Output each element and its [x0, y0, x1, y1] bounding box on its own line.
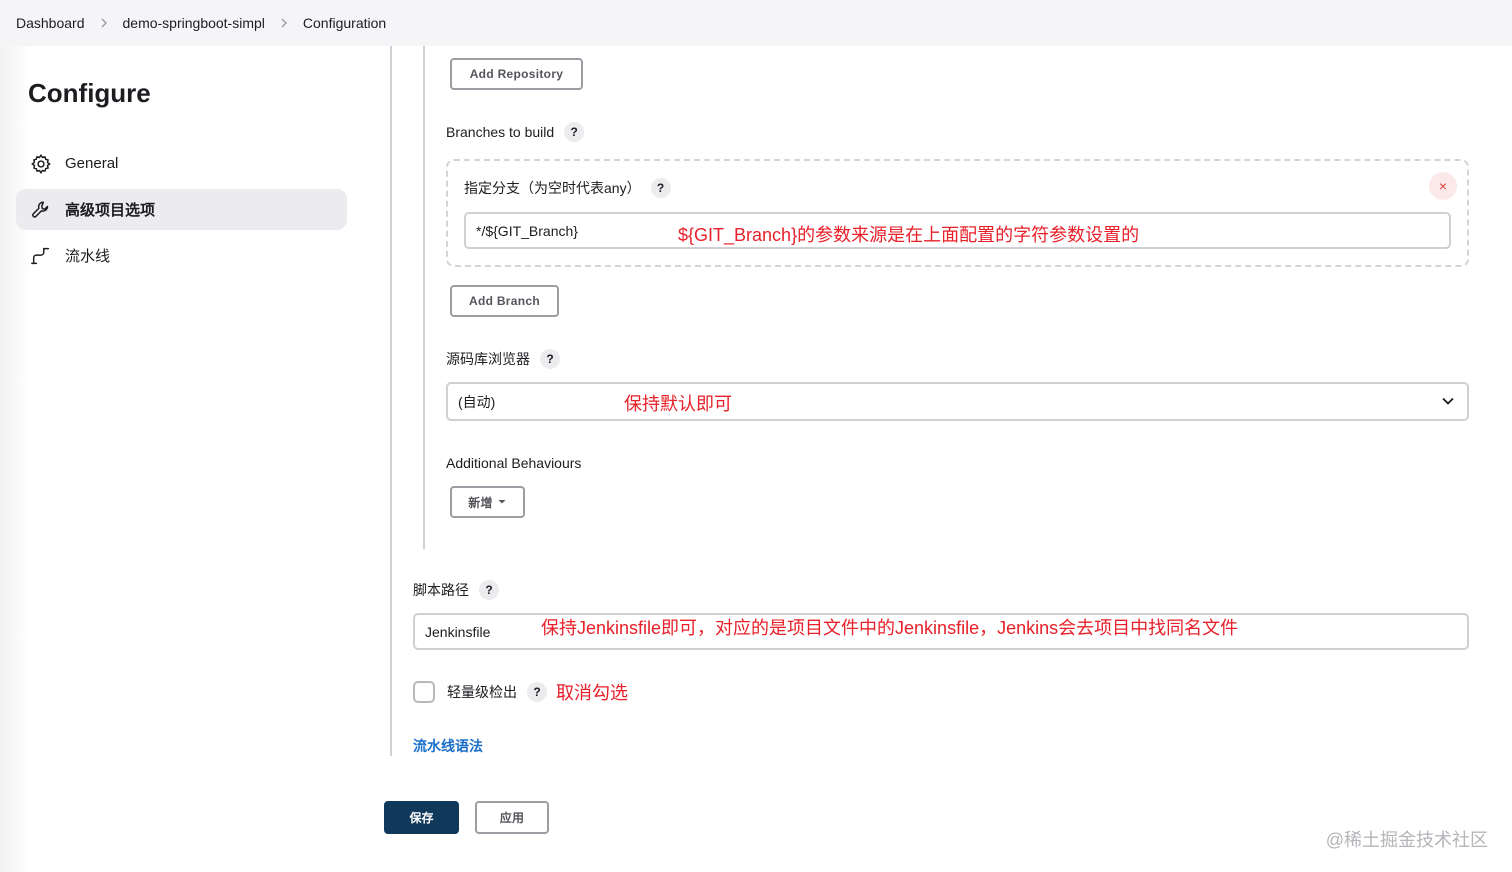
lightweight-checkout-checkbox[interactable]	[413, 681, 435, 703]
script-path-annotation: 保持Jenkinsfile即可，对应的是项目文件中的Jenkinsfile，Je…	[541, 618, 1239, 638]
help-icon[interactable]: ?	[527, 682, 547, 702]
script-path-value: Jenkinsfile	[425, 623, 491, 640]
add-behaviour-label: 新增	[468, 495, 493, 510]
add-branch-button[interactable]: Add Branch	[450, 285, 559, 317]
apply-button[interactable]: 应用	[475, 801, 549, 834]
repo-browser-label-text: 源码库浏览器	[446, 351, 530, 367]
branch-spec-label: 指定分支（为空时代表any） ?	[464, 177, 671, 199]
branch-spec-label-text: 指定分支（为空时代表any）	[464, 180, 641, 196]
lightweight-checkout-label: 轻量级检出 ?	[447, 681, 547, 703]
branch-specifier-value: */${GIT_Branch}	[476, 222, 578, 239]
breadcrumb-configuration[interactable]: Configuration	[303, 15, 386, 31]
repo-browser-label: 源码库浏览器 ?	[446, 348, 560, 370]
sidebar-item-advanced[interactable]: 高级项目选项	[16, 189, 347, 230]
caret-down-icon	[498, 500, 506, 504]
breadcrumb-separator-icon	[99, 15, 109, 31]
breadcrumb-dashboard[interactable]: Dashboard	[16, 15, 85, 31]
add-behaviour-dropdown-button[interactable]: 新增	[450, 486, 525, 518]
help-icon[interactable]: ?	[479, 580, 499, 600]
script-path-label: 脚本路径 ?	[413, 579, 499, 601]
breadcrumb-separator-icon	[279, 15, 289, 31]
add-repository-button[interactable]: Add Repository	[450, 58, 583, 90]
sidebar-item-label: General	[65, 155, 119, 172]
breadcrumb: Dashboard demo-springboot-simpl Configur…	[0, 0, 1512, 46]
wrench-icon	[29, 198, 53, 222]
branches-label-text: Branches to build	[446, 124, 555, 140]
sidebar-item-label: 流水线	[65, 248, 111, 265]
watermark: @稀土掘金技术社区	[1325, 830, 1488, 850]
page-title: Configure	[28, 78, 151, 108]
lightweight-checkout-text: 轻量级检出	[447, 684, 517, 700]
repo-browser-value: (自动)	[458, 393, 496, 410]
sidebar-item-pipeline[interactable]: 流水线	[16, 235, 347, 276]
chevron-down-icon	[1442, 397, 1454, 405]
help-icon[interactable]: ?	[540, 349, 560, 369]
script-path-label-text: 脚本路径	[413, 582, 469, 598]
repo-browser-annotation: 保持默认即可	[624, 394, 732, 414]
gear-icon	[29, 152, 53, 176]
repo-browser-select[interactable]: (自动)	[446, 382, 1469, 421]
section-divider	[390, 46, 392, 756]
branch-annotation: ${GIT_Branch}的参数来源是在上面配置的字符参数设置的	[678, 225, 1140, 245]
sidebar-item-label: 高级项目选项	[65, 202, 156, 219]
nested-section-divider	[423, 46, 425, 549]
pipeline-syntax-link[interactable]: 流水线语法	[413, 736, 483, 756]
help-icon[interactable]: ?	[650, 178, 671, 198]
lightweight-annotation: 取消勾选	[556, 683, 628, 703]
additional-behaviours-text: Additional Behaviours	[446, 455, 582, 471]
breadcrumb-project[interactable]: demo-springboot-simpl	[123, 15, 265, 31]
close-icon[interactable]: ×	[1429, 172, 1457, 200]
sidebar-item-general[interactable]: General	[16, 143, 347, 184]
pipeline-icon	[29, 244, 53, 268]
save-button[interactable]: 保存	[384, 801, 459, 834]
branches-to-build-label: Branches to build ?	[446, 121, 585, 143]
help-icon[interactable]: ?	[564, 122, 585, 142]
additional-behaviours-label: Additional Behaviours	[446, 452, 581, 474]
